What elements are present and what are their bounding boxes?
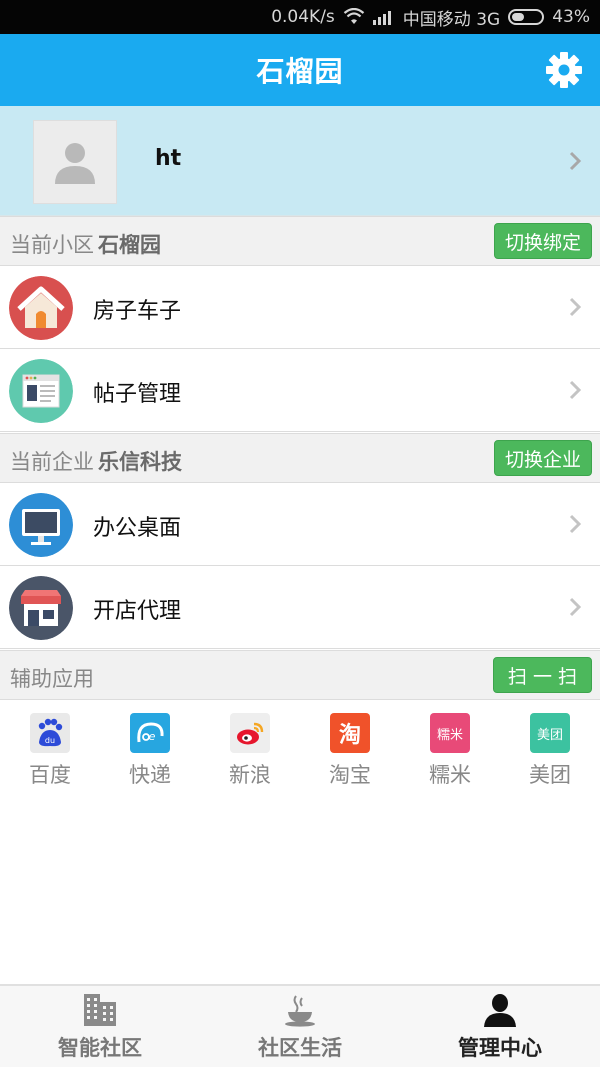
taobao-icon: 淘	[330, 713, 370, 753]
aux-apps-section-header: 辅助应用 扫 一 扫	[0, 650, 600, 700]
app-kuaidi[interactable]: e 快递	[100, 700, 200, 800]
nav-label: 智能社区	[58, 1036, 142, 1060]
chevron-right-icon	[569, 297, 582, 317]
list-item-label: 办公桌面	[93, 516, 182, 541]
enterprise-name: 乐信科技	[98, 450, 182, 474]
app-meituan[interactable]: 美团 美团	[500, 700, 600, 800]
title-bar: 石榴园	[0, 34, 600, 106]
user-icon	[484, 994, 516, 1027]
app-label: 快递	[129, 763, 171, 787]
list-item-label: 房子车子	[93, 299, 182, 324]
weibo-icon	[230, 713, 270, 753]
nav-community-life[interactable]: 社区生活	[200, 986, 400, 1067]
app-label: 糯米	[429, 763, 471, 787]
coffee-cup-icon	[285, 995, 315, 1027]
gear-icon[interactable]	[544, 50, 584, 90]
nuomi-icon: 糯米	[430, 713, 470, 753]
chevron-right-icon	[569, 597, 582, 617]
app-baidu[interactable]: du 百度	[0, 700, 100, 800]
switch-community-button[interactable]: 切换绑定	[493, 223, 592, 259]
app-nuomi[interactable]: 糯米 糯米	[400, 700, 500, 800]
network-speed: 0.04K/s	[271, 7, 335, 27]
signal-icon	[372, 9, 395, 25]
bottom-nav: 智能社区 社区生活 管理中心	[0, 984, 600, 1067]
enterprise-section-header: 当前企业 乐信科技 切换企业	[0, 433, 600, 483]
svg-text:du: du	[45, 736, 55, 745]
nav-label: 管理中心	[458, 1036, 542, 1060]
enterprise-section-label: 当前企业 乐信科技	[10, 450, 182, 474]
webpage-icon	[9, 359, 73, 423]
storefront-icon	[9, 576, 73, 640]
aux-apps-label: 辅助应用	[10, 667, 94, 691]
community-section-label: 当前小区 石榴园	[10, 233, 161, 257]
battery-percent: 43%	[552, 7, 590, 27]
app-label: 百度	[29, 763, 71, 787]
avatar[interactable]	[33, 120, 117, 204]
wifi-icon	[343, 8, 365, 26]
chevron-right-icon	[569, 151, 582, 171]
person-icon	[55, 143, 95, 184]
nav-label: 社区生活	[258, 1036, 342, 1060]
list-item-label: 帖子管理	[93, 382, 182, 407]
profile-card[interactable]: ht	[0, 106, 600, 216]
username: ht	[155, 146, 182, 171]
nav-management-center[interactable]: 管理中心	[400, 986, 600, 1067]
app-taobao[interactable]: 淘 淘宝	[300, 700, 400, 800]
page-title: 石榴园	[256, 55, 344, 88]
kuaidi-icon: e	[130, 713, 170, 753]
carrier-label: 中国移动 3G	[402, 9, 501, 30]
app-label: 新浪	[229, 763, 271, 787]
community-name: 石榴园	[98, 233, 161, 257]
buildings-icon	[84, 994, 116, 1026]
house-icon	[9, 276, 73, 340]
list-item-office-desktop[interactable]: 办公桌面	[0, 483, 600, 566]
app-sina[interactable]: 新浪	[200, 700, 300, 800]
chevron-right-icon	[569, 514, 582, 534]
monitor-icon	[9, 493, 73, 557]
meituan-icon: 美团	[530, 713, 570, 753]
scan-button[interactable]: 扫 一 扫	[492, 657, 592, 693]
community-section-header: 当前小区 石榴园 切换绑定	[0, 216, 600, 266]
list-item-post-management[interactable]: 帖子管理	[0, 349, 600, 432]
chevron-right-icon	[569, 380, 582, 400]
list-item-label: 开店代理	[93, 599, 182, 624]
aux-apps-grid: du 百度 e 快递 新浪 淘 淘宝 糯米 糯米 美团 美团	[0, 700, 600, 800]
switch-enterprise-button[interactable]: 切换企业	[493, 440, 592, 476]
baidu-icon: du	[30, 713, 70, 753]
battery-icon	[508, 9, 545, 25]
nav-smart-community[interactable]: 智能社区	[0, 986, 200, 1067]
app-label: 淘宝	[329, 763, 371, 787]
screen: 0.04K/s 中国移动 3G 43% 石榴园 ht 当前小区 石榴园 切换绑定…	[0, 0, 600, 1067]
app-label: 美团	[529, 763, 571, 787]
list-item-store-agent[interactable]: 开店代理	[0, 566, 600, 649]
status-bar: 0.04K/s 中国移动 3G 43%	[0, 0, 600, 34]
list-item-house-car[interactable]: 房子车子	[0, 266, 600, 349]
